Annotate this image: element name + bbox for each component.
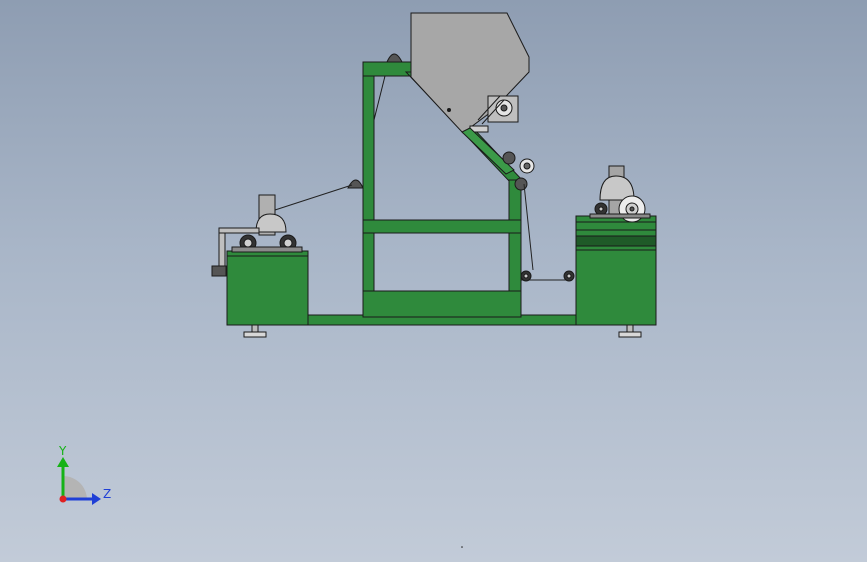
frame-left-column — [362, 61, 375, 318]
inclined-plate — [461, 127, 515, 175]
z-axis-label: Z — [103, 487, 111, 501]
y-axis-label: Y — [58, 444, 67, 458]
machine-assembly[interactable] — [211, 12, 657, 338]
frame-mid-beam — [362, 219, 522, 234]
roller-upper — [502, 151, 516, 165]
belt-right — [523, 183, 534, 271]
top-bump — [386, 53, 403, 63]
foot-right — [618, 324, 642, 338]
left-cabinet — [226, 250, 309, 326]
orientation-triad: Y Z — [57, 444, 111, 505]
x-axis-dot — [59, 495, 67, 503]
foot-left — [243, 324, 267, 338]
mid-bump — [347, 179, 364, 189]
z-axis-arrow — [92, 493, 101, 505]
frame-top-beam — [362, 61, 412, 77]
frame-bottom-beam — [362, 290, 522, 318]
right-winder-unit — [589, 165, 651, 223]
right-cabinet — [575, 215, 657, 326]
cad-viewport[interactable]: Y Z — [0, 0, 867, 562]
stray-dot — [461, 546, 463, 548]
triad-arc — [63, 476, 87, 500]
right-cabinet-band — [575, 235, 657, 247]
y-axis-arrow — [57, 457, 69, 467]
belt-left — [274, 184, 353, 211]
roller-lower — [514, 177, 528, 191]
